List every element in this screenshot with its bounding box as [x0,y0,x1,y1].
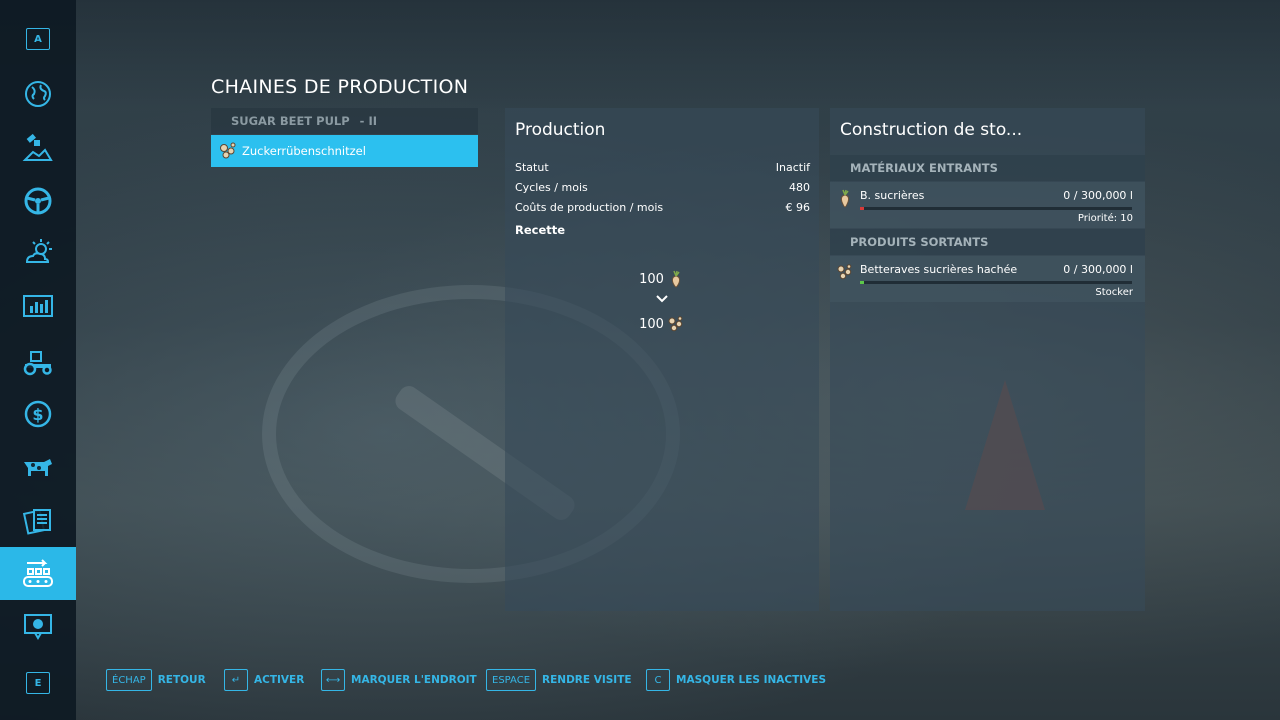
dollar-icon: $ [24,400,52,427]
hint-label: RETOUR [157,674,206,686]
production-row-costs: Coûts de production / mois € 96 [515,201,810,214]
output-destination: Stocker [1095,287,1133,298]
sidebar-item-map[interactable] [0,67,76,120]
chain-group-header: SUGAR BEET PULP - II [211,108,478,134]
storage-panel-title: Construction de sto... [840,120,1023,140]
chain-group-name: SUGAR BEET PULP [231,114,350,128]
sidebar-item-contracts[interactable] [0,494,76,547]
output-fill-level [860,281,864,284]
hint-label: ACTIVER [254,674,305,686]
row-label: Cycles / mois [515,181,588,194]
output-fill-bar [860,281,1132,284]
sidebar-item-garage[interactable] [0,334,76,387]
production-panel: Production Statut Inactif Cycles / mois … [505,108,819,611]
sidebar-item-help[interactable] [0,600,76,653]
chain-item-label: Zuckerrübenschnitzel [242,144,366,158]
key-enter: ↵ [224,669,248,691]
sidebar-item-vehicles-control[interactable] [0,174,76,227]
hint-activate[interactable]: ↵ ACTIVER [224,668,304,692]
sugar-beet-icon [671,270,680,288]
sidebar-item-weather[interactable] [0,226,76,279]
input-fill-level [860,207,864,210]
hint-back[interactable]: ÉCHAP RETOUR [106,668,206,692]
row-label: Coûts de production / mois [515,201,664,214]
help-icon [24,613,52,640]
sugar-beet-pulp-icon [837,264,852,280]
production-panel-title: Production [515,120,606,140]
sugar-beet-pulp-icon [668,316,683,332]
tractor-icon [23,350,52,375]
hint-hide-inactive[interactable]: C MASQUER LES INACTIVES [646,668,826,692]
hint-mark-location[interactable]: ⟷ MARQUER L'ENDROIT [321,668,477,692]
cow-icon [24,458,52,476]
production-icon [23,558,53,587]
background-shade [0,0,1280,110]
production-row-cycles: Cycles / mois 480 [515,181,810,194]
hint-label: RENDRE VISITE [542,674,632,686]
sugar-beet-pulp-icon [220,142,236,159]
chevron-down-icon [656,295,668,303]
sidebar-prev-key[interactable]: A [26,28,50,50]
sidebar-item-production[interactable] [0,547,76,600]
hint-visit[interactable]: ESPACE RENDRE VISITE [486,668,632,692]
key-space: ESPACE [486,669,537,691]
row-label: Statut [515,161,549,174]
input-material-row[interactable]: B. sucrières 0 / 300,000 l Priorité: 10 [830,182,1145,228]
chain-list-item-selected[interactable]: Zuckerrübenschnitzel [211,135,478,167]
key-escape: ÉCHAP [106,669,152,691]
sidebar-item-statistics[interactable] [0,280,76,333]
input-material-name: B. sucrières [860,189,925,202]
sidebar-item-finances[interactable]: $ [0,387,76,440]
sidebar-item-animals[interactable] [0,440,76,493]
globe-icon [25,80,51,107]
contracts-icon [22,508,51,535]
chain-group-level: - II [359,114,378,128]
sugar-beet-icon [840,189,850,208]
input-fill-bar [860,207,1132,210]
production-row-status: Statut Inactif [515,161,810,174]
hint-label: MASQUER LES INACTIVES [676,674,827,686]
recipe-title: Recette [515,223,566,237]
output-material-amount: 0 / 300,000 l [1063,263,1133,276]
sidebar-item-satellite[interactable] [0,120,76,173]
inputs-section-header: MATÉRIAUX ENTRANTS [830,155,1145,181]
page-title: CHAINES DE PRODUCTION [211,76,469,98]
svg-text:$: $ [32,405,43,424]
key-c: C [646,669,670,691]
input-material-amount: 0 / 300,000 l [1063,189,1133,202]
recipe-input: 100 [505,270,819,288]
steering-wheel-icon [24,187,52,214]
sidebar-next-key[interactable]: E [26,672,50,694]
row-value: Inactif [775,161,810,174]
hint-label: MARQUER L'ENDROIT [351,674,477,686]
weather-icon [25,238,52,263]
recipe-output: 100 [505,315,819,333]
recipe-input-amount: 100 [639,271,664,287]
recipe-output-amount: 100 [639,316,664,332]
output-material-row[interactable]: Betteraves sucrières hachée 0 / 300,000 … [830,256,1145,302]
input-priority: Priorité: 10 [1077,213,1133,224]
statistics-icon [23,294,53,317]
output-material-name: Betteraves sucrières hachée [860,263,1018,276]
storage-panel: Construction de sto... MATÉRIAUX ENTRANT… [830,108,1145,611]
satellite-icon [22,133,53,161]
row-value: 480 [789,181,810,194]
key-arrows: ⟷ [321,669,345,691]
sidebar: A $ E [0,0,76,720]
row-value: € 96 [785,201,811,214]
outputs-section-header: PRODUITS SORTANTS [830,229,1145,255]
